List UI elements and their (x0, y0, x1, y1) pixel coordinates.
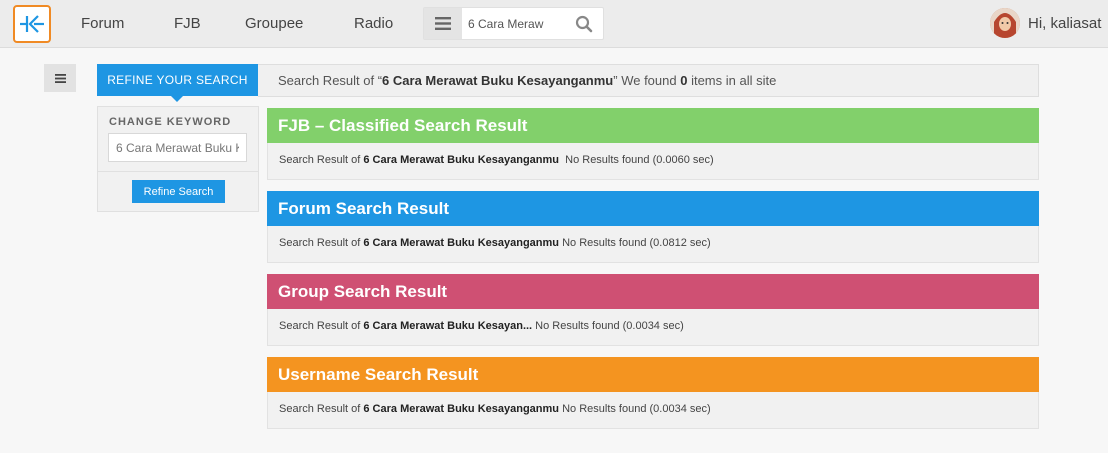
result-status: No Results found (0.0060 sec) (559, 154, 714, 166)
refine-panel: CHANGE KEYWORD Refine Search (97, 106, 259, 212)
search-icon (575, 15, 593, 33)
section-result-text: Search Result of 6 Cara Merawat Buku Kes… (267, 143, 1039, 180)
nav-fjb[interactable]: FJB (174, 15, 201, 32)
summary-query: 6 Cara Merawat Buku Kesayanganmu (382, 73, 614, 88)
username-result-section: Username Search Result Search Result of … (267, 357, 1039, 430)
keyword-input[interactable] (108, 133, 247, 162)
avatar[interactable] (990, 8, 1020, 38)
summary-suffix: items in all site (687, 73, 777, 88)
search-category-button[interactable] (424, 8, 462, 39)
section-title: Username Search Result (267, 357, 1039, 392)
kaskus-logo-icon (20, 15, 44, 33)
summary-prefix: Search Result of “ (278, 73, 383, 88)
result-prefix: Search Result of (279, 154, 364, 166)
summary-middle: ” We found (613, 73, 681, 88)
top-navbar: Forum FJB Groupee Radio Hi, kaliasa (0, 0, 1108, 48)
nav-groupee[interactable]: Groupee (245, 15, 303, 32)
search-box (423, 7, 604, 40)
panel-divider (98, 171, 258, 172)
fjb-result-section: FJB – Classified Search Result Search Re… (267, 108, 1039, 181)
section-result-text: Search Result of 6 Cara Merawat Buku Kes… (267, 226, 1039, 263)
nav-forum[interactable]: Forum (81, 15, 124, 32)
section-result-text: Search Result of 6 Cara Merawat Buku Kes… (267, 309, 1039, 346)
section-title: Forum Search Result (267, 191, 1039, 226)
change-keyword-label: CHANGE KEYWORD (109, 116, 232, 128)
result-query: 6 Cara Merawat Buku Kesayanganmu (363, 237, 560, 249)
search-input[interactable] (468, 15, 560, 33)
result-status: No Results found (0.0812 sec) (559, 237, 711, 249)
result-prefix: Search Result of (279, 237, 364, 249)
user-avatar-icon (990, 8, 1020, 38)
section-result-text: Search Result of 6 Cara Merawat Buku Kes… (267, 392, 1039, 429)
search-summary: Search Result of “6 Cara Merawat Buku Ke… (258, 64, 1039, 97)
result-query: 6 Cara Merawat Buku Kesayan... (363, 320, 533, 332)
result-query: 6 Cara Merawat Buku Kesayanganmu (363, 154, 560, 166)
section-title: FJB – Classified Search Result (267, 108, 1039, 143)
result-prefix: Search Result of (279, 403, 364, 415)
menu-icon (54, 73, 66, 83)
user-greeting[interactable]: Hi, kaliasat (1028, 15, 1101, 32)
group-result-section: Group Search Result Search Result of 6 C… (267, 274, 1039, 347)
sidebar-toggle-button[interactable] (44, 64, 76, 92)
result-prefix: Search Result of (279, 320, 364, 332)
result-status: No Results found (0.0034 sec) (559, 403, 711, 415)
refine-search-tab[interactable]: REFINE YOUR SEARCH (97, 64, 258, 102)
kaskus-logo-link[interactable] (13, 5, 51, 43)
result-status: No Results found (0.0034 sec) (532, 320, 684, 332)
result-query: 6 Cara Merawat Buku Kesayanganmu (363, 403, 560, 415)
search-button[interactable] (575, 15, 593, 33)
refine-search-button[interactable]: Refine Search (132, 180, 225, 203)
section-title: Group Search Result (267, 274, 1039, 309)
hamburger-icon (435, 17, 451, 30)
nav-radio[interactable]: Radio (354, 15, 393, 32)
forum-result-section: Forum Search Result Search Result of 6 C… (267, 191, 1039, 264)
